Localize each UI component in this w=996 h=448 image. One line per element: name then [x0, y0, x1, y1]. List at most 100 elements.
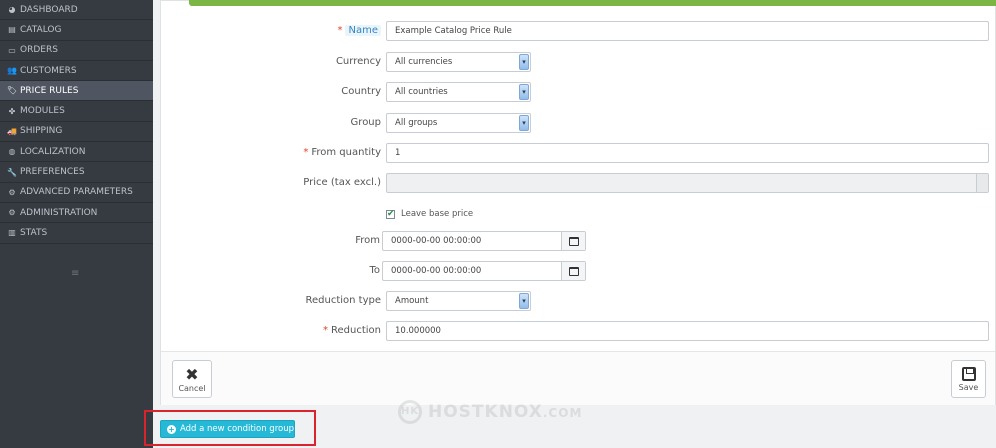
save-button[interactable]: Save	[951, 360, 986, 398]
name-label: * Name	[337, 21, 381, 41]
leave-base-price-label: Leave base price	[401, 209, 474, 219]
reduction-type-label: Reduction type	[305, 295, 381, 306]
sidebar-item-advanced-parameters[interactable]: ⚙ ADVANCED PARAMETERS	[0, 183, 153, 203]
sidebar-item-label: ADMINISTRATION	[20, 207, 98, 218]
wrench-icon: 🔧	[7, 167, 17, 177]
currency-select-value: All currencies	[395, 57, 453, 67]
sidebar-item-label: ADVANCED PARAMETERS	[20, 187, 133, 198]
close-icon: ✖	[185, 364, 199, 384]
chevron-down-icon: ▾	[519, 84, 529, 100]
sidebar-item-localization[interactable]: ◍ LOCALIZATION	[0, 142, 153, 163]
leave-base-price-checkbox[interactable]: ✔	[386, 208, 395, 219]
form-row-group: Group All groups ▾	[161, 113, 996, 133]
name-input[interactable]: Example Catalog Price Rule	[386, 21, 989, 41]
add-condition-group-button[interactable]: + Add a new condition group	[160, 420, 295, 438]
catalog-icon: ▤	[8, 25, 16, 35]
sidebar-item-preferences[interactable]: 🔧 PREFERENCES	[0, 162, 153, 183]
currency-select[interactable]: All currencies ▾	[386, 52, 531, 72]
chevron-down-icon: ▾	[519, 54, 529, 70]
name-label-text: Name	[345, 25, 381, 36]
sidebar-item-label: PREFERENCES	[20, 167, 85, 178]
cancel-button[interactable]: ✖ Cancel	[172, 360, 212, 398]
sidebar-item-label: PRICE RULES	[20, 85, 79, 96]
plus-circle-icon: +	[167, 424, 176, 434]
checkmark-icon: ✔	[387, 208, 395, 219]
group-select-value: All groups	[395, 118, 438, 128]
required-mark: *	[323, 325, 328, 336]
calendar-icon[interactable]	[561, 262, 585, 280]
price-rule-form-panel: * Name Example Catalog Price Rule Currenc…	[160, 0, 996, 405]
currency-label: Currency	[335, 56, 381, 67]
bar-chart-icon: ▥	[8, 228, 16, 238]
reduction-input[interactable]: 10.000000	[386, 321, 989, 341]
chevron-down-icon: ▾	[519, 293, 529, 309]
from-quantity-label: * From quantity	[303, 143, 381, 163]
sidebar-item-label: ORDERS	[20, 45, 58, 56]
country-select-value: All countries	[395, 87, 448, 97]
sidebar-item-dashboard[interactable]: ◕ DASHBOARD	[0, 0, 153, 21]
sidebar-item-customers[interactable]: 👥 CUSTOMERS	[0, 61, 153, 82]
watermark-logo: HK	[398, 400, 422, 424]
leave-base-price-row[interactable]: ✔ Leave base price	[386, 207, 473, 221]
form-row-reduction: * Reduction 10.000000	[161, 321, 996, 341]
save-button-label: Save	[958, 382, 979, 392]
group-select[interactable]: All groups ▾	[386, 113, 531, 133]
form-row-name: * Name Example Catalog Price Rule	[161, 21, 996, 41]
cancel-button-label: Cancel	[178, 383, 206, 393]
sidebar-item-stats[interactable]: ▥ STATS	[0, 223, 153, 244]
panel-heading-bar	[189, 0, 996, 6]
sidebar: ◕ DASHBOARD ▤ CATALOG ▭ ORDERS 👥 CUSTOMERS 🏷…	[0, 0, 153, 448]
form-row-reduction-type: Reduction type Amount ▾	[161, 291, 996, 311]
sidebar-item-label: DASHBOARD	[20, 4, 78, 15]
sidebar-item-modules[interactable]: ✤ MODULES	[0, 101, 153, 122]
country-label: Country	[341, 86, 381, 97]
tags-icon: 🏷	[6, 86, 18, 96]
reduction-type-select-value: Amount	[395, 296, 429, 306]
from-date-value: 0000-00-00 00:00:00	[391, 236, 482, 246]
globe-icon: ◍	[8, 147, 16, 157]
panel-footer: ✖ Cancel Save	[161, 351, 995, 405]
country-select[interactable]: All countries ▾	[386, 82, 531, 102]
form-row-country: Country All countries ▾	[161, 82, 996, 102]
sidebar-item-price-rules[interactable]: 🏷 PRICE RULES	[0, 81, 153, 102]
calendar-icon[interactable]	[561, 232, 585, 250]
customers-icon: 👥	[7, 66, 17, 76]
add-condition-group-label: Add a new condition group	[179, 424, 294, 434]
sidebar-item-administration[interactable]: ⚙ ADMINISTRATION	[0, 203, 153, 224]
price-label: Price (tax excl.)	[303, 177, 381, 188]
sidebar-item-label: STATS	[20, 227, 48, 238]
save-icon	[961, 366, 976, 381]
watermark: HK HOSTKNOX.COM	[398, 400, 582, 424]
cog-icon: ⚙	[8, 208, 16, 218]
truck-icon: 🚚	[7, 126, 17, 136]
reduction-type-select[interactable]: Amount ▾	[386, 291, 531, 311]
from-label: From	[355, 235, 380, 246]
sidebar-item-shipping[interactable]: 🚚 SHIPPING	[0, 122, 153, 143]
from-quantity-input[interactable]: 1	[386, 143, 989, 163]
form-row-from-quantity: * From quantity 1	[161, 143, 996, 163]
price-input[interactable]	[386, 173, 989, 193]
price-input-addon	[976, 174, 988, 192]
sidebar-item-label: LOCALIZATION	[20, 146, 86, 157]
form-row-from: From 0000-00-00 00:00:00	[161, 231, 996, 251]
sidebar-collapse-icon[interactable]: ≡	[71, 268, 79, 279]
cogs-icon: ⚙	[8, 187, 16, 197]
from-date-input[interactable]: 0000-00-00 00:00:00	[382, 231, 586, 251]
from-quantity-label-text: From quantity	[311, 147, 381, 158]
group-label: Group	[350, 117, 381, 128]
main-content: * Name Example Catalog Price Rule Currenc…	[153, 0, 996, 448]
sidebar-item-label: CUSTOMERS	[20, 65, 77, 76]
form-row-currency: Currency All currencies ▾	[161, 52, 996, 72]
required-mark: *	[303, 147, 309, 158]
orders-icon: ▭	[8, 45, 16, 55]
sidebar-item-orders[interactable]: ▭ ORDERS	[0, 41, 153, 61]
to-date-value: 0000-00-00 00:00:00	[391, 266, 482, 276]
form-row-to: To 0000-00-00 00:00:00	[161, 261, 996, 281]
sidebar-item-catalog[interactable]: ▤ CATALOG	[0, 20, 153, 41]
sidebar-item-label: SHIPPING	[20, 126, 63, 137]
reduction-label-text: Reduction	[331, 325, 381, 336]
form-row-price: Price (tax excl.)	[161, 173, 996, 193]
to-date-input[interactable]: 0000-00-00 00:00:00	[382, 261, 586, 281]
watermark-text: HOSTKNOX	[428, 402, 543, 422]
reduction-label: * Reduction	[323, 321, 381, 341]
